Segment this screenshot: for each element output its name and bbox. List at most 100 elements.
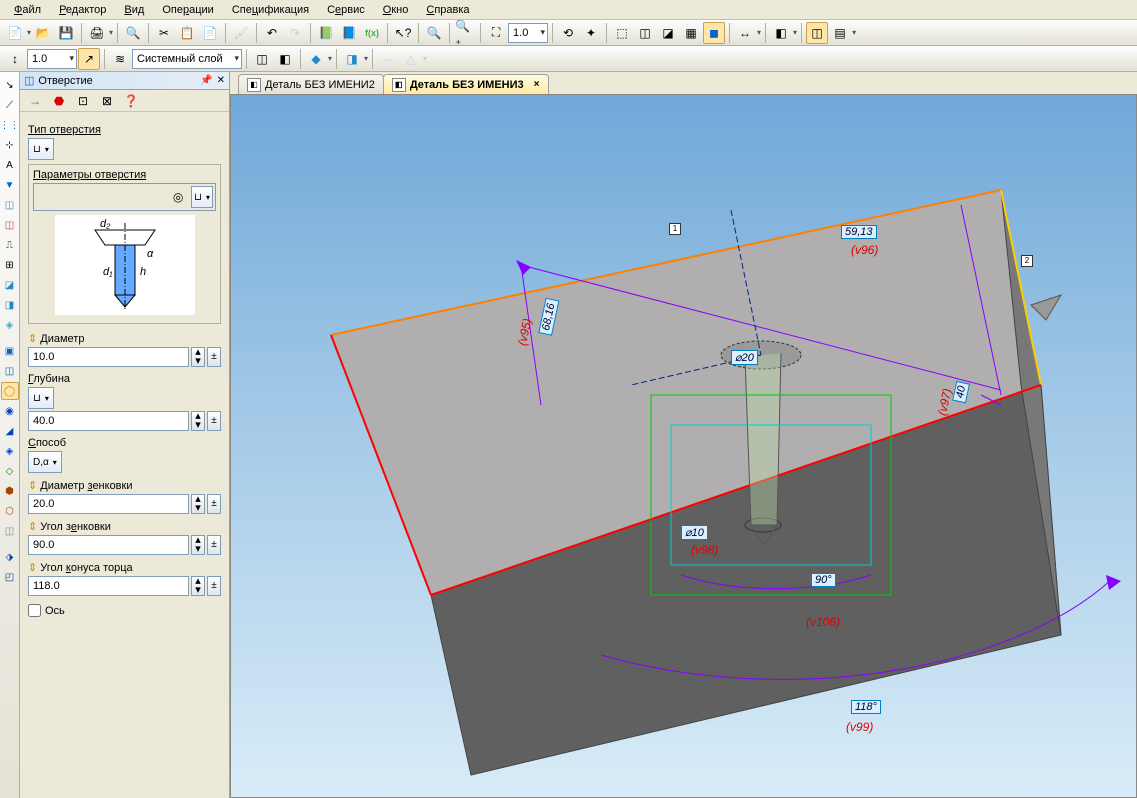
csk-dia-pm[interactable]: ± xyxy=(207,494,221,514)
menu-file[interactable]: Файл xyxy=(6,2,49,17)
axes-icon[interactable]: ✦ xyxy=(580,22,602,44)
tool-body-icon[interactable]: ◪ xyxy=(1,276,19,294)
hidden-icon[interactable]: ◫ xyxy=(634,22,656,44)
line-icon[interactable]: ↕ xyxy=(4,48,26,70)
help2-icon[interactable]: ❓ xyxy=(120,90,142,112)
tab-0[interactable]: ◧ Деталь БЕЗ ИМЕНИ2 xyxy=(238,74,384,94)
mode2-icon[interactable]: ▤ xyxy=(829,22,851,44)
tool-shell-icon[interactable]: ◰ xyxy=(1,568,19,586)
csk-ang-spin[interactable]: ▴▾ xyxy=(191,535,205,555)
tool-tree-icon[interactable]: ⊹ xyxy=(1,136,19,154)
thread-icon[interactable]: ◎ xyxy=(167,186,189,208)
depth-input[interactable] xyxy=(28,411,189,431)
pt1-icon[interactable]: ⊡ xyxy=(72,90,94,112)
tab-1[interactable]: ◧ Деталь БЕЗ ИМЕНИ3 × xyxy=(383,74,549,94)
csk-dia-input[interactable] xyxy=(28,494,189,514)
tool-mate-icon[interactable]: ⬗ xyxy=(1,548,19,566)
wireframe-icon[interactable]: ⬚ xyxy=(611,22,633,44)
rotate-icon[interactable]: ⟲ xyxy=(557,22,579,44)
tool-op7-icon[interactable]: ⬢ xyxy=(1,482,19,500)
cone-ang-input[interactable] xyxy=(28,576,189,596)
cone-ang-pm[interactable]: ± xyxy=(207,576,221,596)
menu-service[interactable]: Сервис xyxy=(319,2,373,17)
tool-arrow-icon[interactable]: ↘ xyxy=(1,76,19,94)
zoomwin-icon[interactable]: 🔍 xyxy=(423,22,445,44)
diameter-pm[interactable]: ± xyxy=(207,347,221,367)
tool-op3-icon[interactable]: ◉ xyxy=(1,402,19,420)
shaded-icon[interactable]: ◪ xyxy=(657,22,679,44)
tab-close-icon[interactable]: × xyxy=(534,79,540,90)
tool-op6-icon[interactable]: ◇ xyxy=(1,462,19,480)
open-icon[interactable]: 📂 xyxy=(32,22,54,44)
method-dropdown[interactable]: D,α xyxy=(28,451,62,473)
plane2-icon[interactable]: ◨ xyxy=(341,48,363,70)
tool-op1-icon[interactable]: ▣ xyxy=(1,342,19,360)
tool-op4-icon[interactable]: ◢ xyxy=(1,422,19,440)
style-icon[interactable]: ↗ xyxy=(78,48,100,70)
axis-checkbox[interactable] xyxy=(28,604,41,617)
csk-ang-pm[interactable]: ± xyxy=(207,535,221,555)
paste-icon[interactable]: 📄 xyxy=(199,22,221,44)
menu-window[interactable]: Окно xyxy=(375,2,417,17)
undo-icon[interactable]: ↶ xyxy=(261,22,283,44)
cut-icon[interactable]: ✂ xyxy=(153,22,175,44)
tool-filter-icon[interactable]: ▼ xyxy=(1,176,19,194)
diameter-spin[interactable]: ▴▾ xyxy=(191,347,205,367)
zoom-combo[interactable]: 1.0 xyxy=(508,23,548,43)
menu-editor[interactable]: Редактор xyxy=(51,2,114,17)
layer-icon[interactable]: ≋ xyxy=(109,48,131,70)
close-panel-icon[interactable]: ✕ xyxy=(217,75,225,86)
measure1-icon[interactable]: ↔ xyxy=(734,22,756,44)
menu-view[interactable]: Вид xyxy=(116,2,152,17)
help-icon[interactable]: ↖? xyxy=(392,22,414,44)
preview-icon[interactable]: 🔍 xyxy=(122,22,144,44)
save-icon[interactable]: 💾 xyxy=(55,22,77,44)
tool-path-icon[interactable]: ⎍ xyxy=(1,236,19,254)
new-icon[interactable]: 📄 xyxy=(4,22,26,44)
layer-combo[interactable]: Системный слой xyxy=(132,49,242,69)
menu-specification[interactable]: Спецификация xyxy=(224,2,317,17)
tool-op9-icon[interactable]: ◫ xyxy=(1,522,19,540)
section-icon[interactable]: ◧ xyxy=(770,22,792,44)
ok-arrow-icon[interactable]: → xyxy=(24,90,46,112)
print-icon[interactable]: 🖨 xyxy=(86,22,108,44)
thickness-combo[interactable]: 1.0 xyxy=(27,49,77,69)
zoomin-icon[interactable]: 🔍₊ xyxy=(454,22,476,44)
end-type-dropdown[interactable]: ⊔ xyxy=(191,186,213,208)
plane1-icon[interactable]: ◆ xyxy=(305,48,327,70)
diameter-input[interactable] xyxy=(28,347,189,367)
cone-ang-spin[interactable]: ▴▾ xyxy=(191,576,205,596)
fx-icon[interactable]: f(x) xyxy=(361,22,383,44)
csk-dia-spin[interactable]: ▴▾ xyxy=(191,494,205,514)
library-icon[interactable]: 📗 xyxy=(315,22,337,44)
copy-icon[interactable]: 📋 xyxy=(176,22,198,44)
ucs2-icon[interactable]: ◧ xyxy=(274,48,296,70)
canvas-3d[interactable]: 1 2 59,13 (v96) 68,16 (v95) 40 (v97) ⌀20… xyxy=(230,94,1137,798)
depth-type-dropdown[interactable]: ⊔ xyxy=(28,387,54,409)
tool-hole-icon[interactable]: ◯ xyxy=(1,382,19,400)
redo-icon[interactable]: ↷ xyxy=(284,22,306,44)
tool-op2-icon[interactable]: ◫ xyxy=(1,362,19,380)
zoomfit-icon[interactable]: ⛶ xyxy=(485,22,507,44)
ucs1-icon[interactable]: ◫ xyxy=(251,48,273,70)
dim1-icon[interactable]: ⇔ xyxy=(377,48,399,70)
tool-box1-icon[interactable]: ◫ xyxy=(1,196,19,214)
menu-operations[interactable]: Операции xyxy=(154,2,221,17)
tool-op5-icon[interactable]: ◈ xyxy=(1,442,19,460)
tool-face-icon[interactable]: ◨ xyxy=(1,296,19,314)
depth-pm[interactable]: ± xyxy=(207,411,221,431)
tool-dots-icon[interactable]: ⋮⋮ xyxy=(1,116,19,134)
dim2-icon[interactable]: △ xyxy=(400,48,422,70)
csk-ang-input[interactable] xyxy=(28,535,189,555)
perspective-icon[interactable]: ▦ xyxy=(680,22,702,44)
pin-icon[interactable]: 📌 xyxy=(200,75,212,86)
stop-icon[interactable]: ⬣ xyxy=(48,90,70,112)
mode1-icon[interactable]: ◫ xyxy=(806,22,828,44)
tool-text-icon[interactable]: A xyxy=(1,156,19,174)
tool-cube-icon[interactable]: ◈ xyxy=(1,316,19,334)
tool-curve-icon[interactable]: ⟋ xyxy=(1,96,19,114)
tool-comp-icon[interactable]: ⊞ xyxy=(1,256,19,274)
menu-help[interactable]: Справка xyxy=(418,2,477,17)
brush-icon[interactable]: 🖌 xyxy=(230,22,252,44)
depth-spin[interactable]: ▴▾ xyxy=(191,411,205,431)
